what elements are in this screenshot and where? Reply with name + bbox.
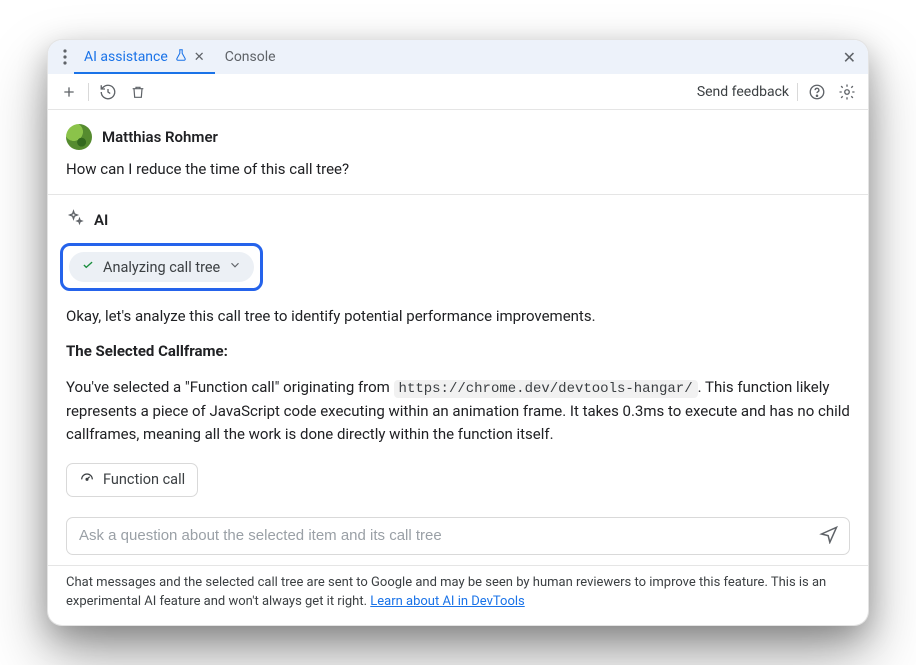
conversation: Matthias Rohmer How can I reduce the tim… [48,110,868,517]
ai-heading: The Selected Callframe: [66,340,850,363]
tab-label: AI assistance [84,49,168,65]
function-chip-label: Function call [103,471,185,488]
new-chat-button[interactable] [58,81,80,103]
composer [66,517,850,555]
flask-icon [174,48,188,66]
toolbar: Send feedback [48,74,868,110]
code-url: https://chrome.dev/devtools-hangar/ [394,380,698,398]
status-text: Analyzing call tree [103,259,220,276]
function-chip[interactable]: Function call [66,463,198,497]
sparkle-icon [66,209,84,231]
send-button[interactable] [819,524,839,548]
settings-button[interactable] [836,81,858,103]
close-panel-button[interactable]: ✕ [839,48,860,67]
tab-console[interactable]: Console [215,40,286,74]
user-message: How can I reduce the time of this call t… [66,160,850,178]
send-feedback-link[interactable]: Send feedback [697,84,789,100]
check-icon [81,258,95,276]
divider [88,83,89,101]
ai-header: AI [66,209,850,231]
tab-label: Console [225,49,276,65]
ai-paragraph: Okay, let's analyze this call tree to id… [66,305,850,328]
disclaimer-text: Chat messages and the selected call tree… [66,575,768,590]
gauge-icon [79,470,95,490]
disclaimer: Chat messages and the selected call tree… [48,565,868,626]
delete-button[interactable] [127,81,149,103]
ai-response: Okay, let's analyze this call tree to id… [66,305,850,511]
composer-area [48,517,868,565]
user-header: Matthias Rohmer [66,124,850,150]
ai-paragraph: You've selected a "Function call" origin… [66,376,850,447]
user-name: Matthias Rohmer [102,128,218,146]
divider [48,194,868,195]
avatar [66,124,92,150]
chevron-down-icon [228,258,242,276]
status-highlight: Analyzing call tree [60,243,263,291]
kebab-menu[interactable] [56,49,74,65]
tab-bar: AI assistance ✕ Console ✕ [48,40,868,74]
status-pill[interactable]: Analyzing call tree [69,252,254,282]
ai-label: AI [94,211,108,229]
divider [797,83,798,101]
close-tab-icon[interactable]: ✕ [194,50,205,65]
history-button[interactable] [97,81,119,103]
help-button[interactable] [806,81,828,103]
devtools-panel: AI assistance ✕ Console ✕ Send feedback [48,40,868,625]
tab-ai-assistance[interactable]: AI assistance ✕ [74,40,215,74]
learn-more-link[interactable]: Learn about AI in DevTools [370,594,524,609]
composer-input[interactable] [77,526,811,545]
